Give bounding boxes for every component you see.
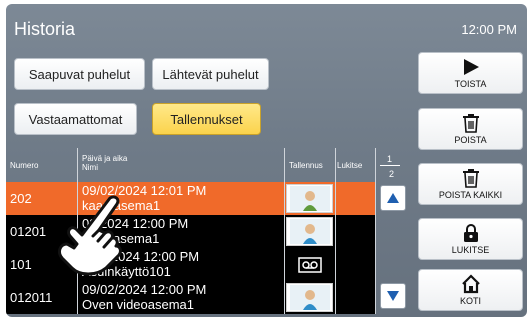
trash-icon: [419, 167, 522, 189]
arrow-down-icon: [387, 291, 399, 301]
page-title: Historia: [14, 19, 76, 39]
table-row[interactable]: 012011 09/02/2024 12:00 PM Oven videoase…: [6, 281, 375, 314]
column-divider: [335, 148, 336, 314]
pointing-hand-icon: [58, 195, 122, 276]
home-button[interactable]: KOTI: [418, 269, 523, 311]
col-name: Nimi: [82, 163, 98, 172]
tab-label: Tallennukset: [170, 111, 243, 127]
tab-label: Vastaamattomat: [28, 111, 123, 127]
col-date: Päivä ja aika: [82, 154, 128, 163]
arrow-up-icon: [387, 193, 399, 203]
tab-missed-calls[interactable]: Vastaamattomat: [14, 103, 137, 135]
row-number: 01201: [10, 224, 47, 239]
history-screen: Historia 12:00 PM Saapuvat puhelut Lähte…: [6, 4, 527, 317]
tab-outgoing-calls[interactable]: Lähtevät puhelut: [152, 58, 269, 90]
row-number: 012011: [10, 290, 53, 305]
video-thumbnail: [286, 283, 333, 312]
page-total: 2: [389, 169, 395, 179]
play-button[interactable]: TOISTA: [418, 52, 523, 94]
lock-label: LUKITSE: [451, 245, 490, 255]
table-header: Numero Päivä ja aika Nimi Tallennus Luki…: [6, 148, 375, 182]
lock-button[interactable]: LUKITSE: [418, 218, 523, 260]
col-lock: Lukitse: [337, 161, 363, 170]
trash-icon: [419, 112, 522, 134]
delete-all-button[interactable]: POISTA KAIKKI: [418, 163, 523, 205]
clock: 12:00 PM: [461, 22, 517, 37]
video-thumbnail: [286, 184, 333, 213]
scroll-up-button[interactable]: [380, 185, 406, 211]
col-recording: Tallennus: [289, 161, 323, 170]
scroll-down-button[interactable]: [380, 283, 406, 309]
page-current: 1: [387, 154, 393, 164]
page-indicator: 1 2: [378, 154, 402, 180]
play-icon: [419, 56, 522, 78]
video-thumbnail: [286, 217, 333, 246]
col-number: Numero: [10, 161, 39, 170]
lock-icon: [419, 222, 522, 244]
row-date: 09/02/2024 12:00 PM: [82, 282, 207, 297]
delete-label: POISTA: [454, 135, 487, 145]
home-icon: [419, 273, 522, 295]
tab-label: Lähtevät puhelut: [162, 66, 259, 82]
row-number: 101: [10, 257, 32, 272]
column-divider: [284, 148, 285, 314]
play-label: TOISTA: [454, 79, 487, 89]
row-name: Oven videoasema1: [82, 297, 195, 312]
row-number: 202: [10, 191, 32, 206]
tab-recordings[interactable]: Tallennukset: [152, 103, 261, 135]
delete-button[interactable]: POISTA: [418, 108, 523, 150]
home-label: KOTI: [459, 296, 481, 306]
tab-incoming-calls[interactable]: Saapuvat puhelut: [14, 58, 145, 90]
page-divider: [380, 165, 400, 166]
tab-label: Saapuvat puhelut: [28, 66, 131, 82]
column-divider: [375, 148, 376, 314]
audio-tape-icon: [286, 250, 333, 279]
delete-all-label: POISTA KAIKKI: [438, 190, 503, 200]
